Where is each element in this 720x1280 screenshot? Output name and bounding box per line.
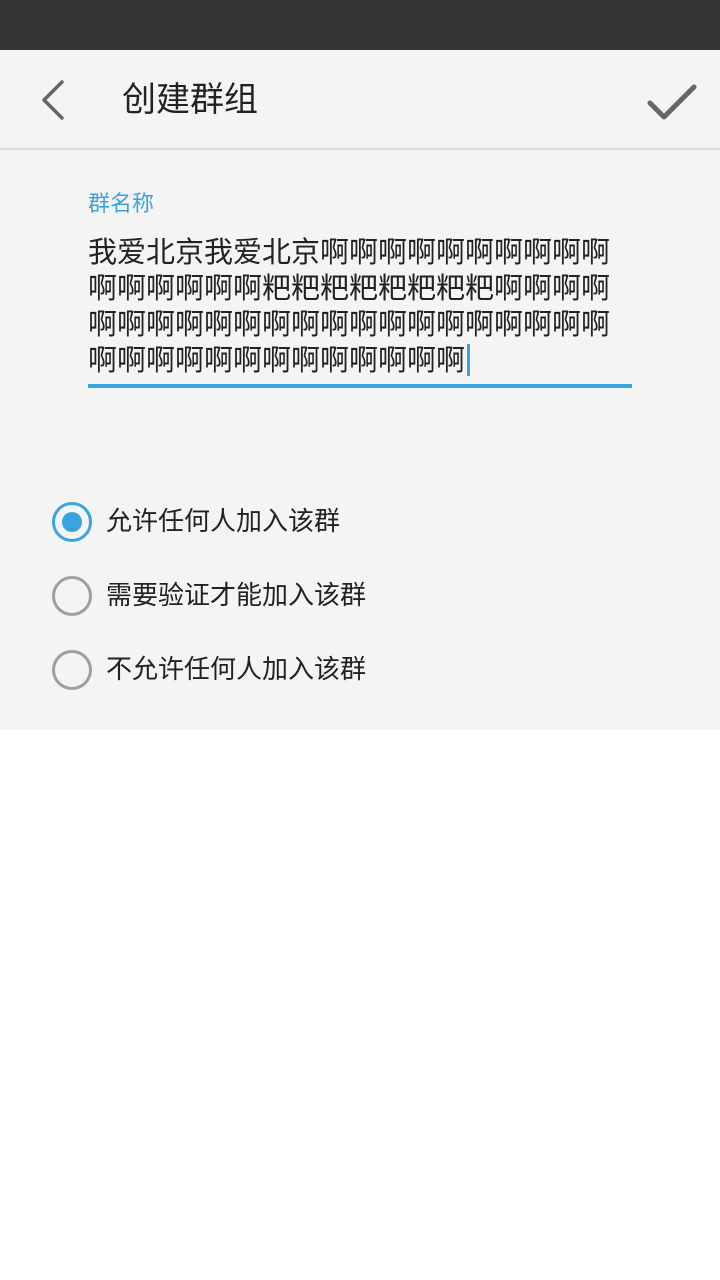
status-bar xyxy=(0,0,720,50)
confirm-button[interactable] xyxy=(640,72,704,132)
radio-dot xyxy=(62,512,82,532)
chevron-left-icon xyxy=(42,80,64,120)
group-name-label: 群名称 xyxy=(88,192,155,217)
radio-label-allow-anyone: 允许任何人加入该群 xyxy=(106,507,341,537)
radio-option-disallow-anyone[interactable]: 不允许任何人加入该群 xyxy=(52,648,366,692)
group-name-field[interactable]: 群名称 我爱北京我爱北京啊啊啊啊啊啊啊啊啊啊啊啊啊啊啊啊粑粑粑粑粑粑粑粑啊啊啊啊… xyxy=(88,190,632,388)
radio-label-require-verification: 需要验证才能加入该群 xyxy=(106,581,367,611)
group-name-value: 我爱北京我爱北京啊啊啊啊啊啊啊啊啊啊啊啊啊啊啊啊粑粑粑粑粑粑粑粑啊啊啊啊啊啊啊啊… xyxy=(88,235,611,377)
radio-button-unchecked[interactable] xyxy=(52,576,92,616)
radio-button-checked[interactable] xyxy=(52,502,92,542)
back-button[interactable] xyxy=(28,75,78,125)
group-name-underline xyxy=(88,384,632,388)
check-icon xyxy=(647,84,697,120)
create-group-panel: 创建群组 群名称 我爱北京我爱北京啊啊啊啊啊啊啊啊啊啊啊啊啊啊啊啊粑粑粑粑粑粑粑… xyxy=(0,50,720,730)
radio-option-allow-anyone[interactable]: 允许任何人加入该群 xyxy=(52,500,340,544)
toolbar: 创建群组 xyxy=(0,50,720,150)
radio-label-disallow-anyone: 不允许任何人加入该群 xyxy=(106,655,367,685)
radio-option-require-verification[interactable]: 需要验证才能加入该群 xyxy=(52,574,366,618)
page-title: 创建群组 xyxy=(122,80,258,120)
radio-button-unchecked[interactable] xyxy=(52,650,92,690)
text-cursor xyxy=(467,344,471,376)
group-name-input[interactable]: 我爱北京我爱北京啊啊啊啊啊啊啊啊啊啊啊啊啊啊啊啊粑粑粑粑粑粑粑粑啊啊啊啊啊啊啊啊… xyxy=(88,234,632,384)
